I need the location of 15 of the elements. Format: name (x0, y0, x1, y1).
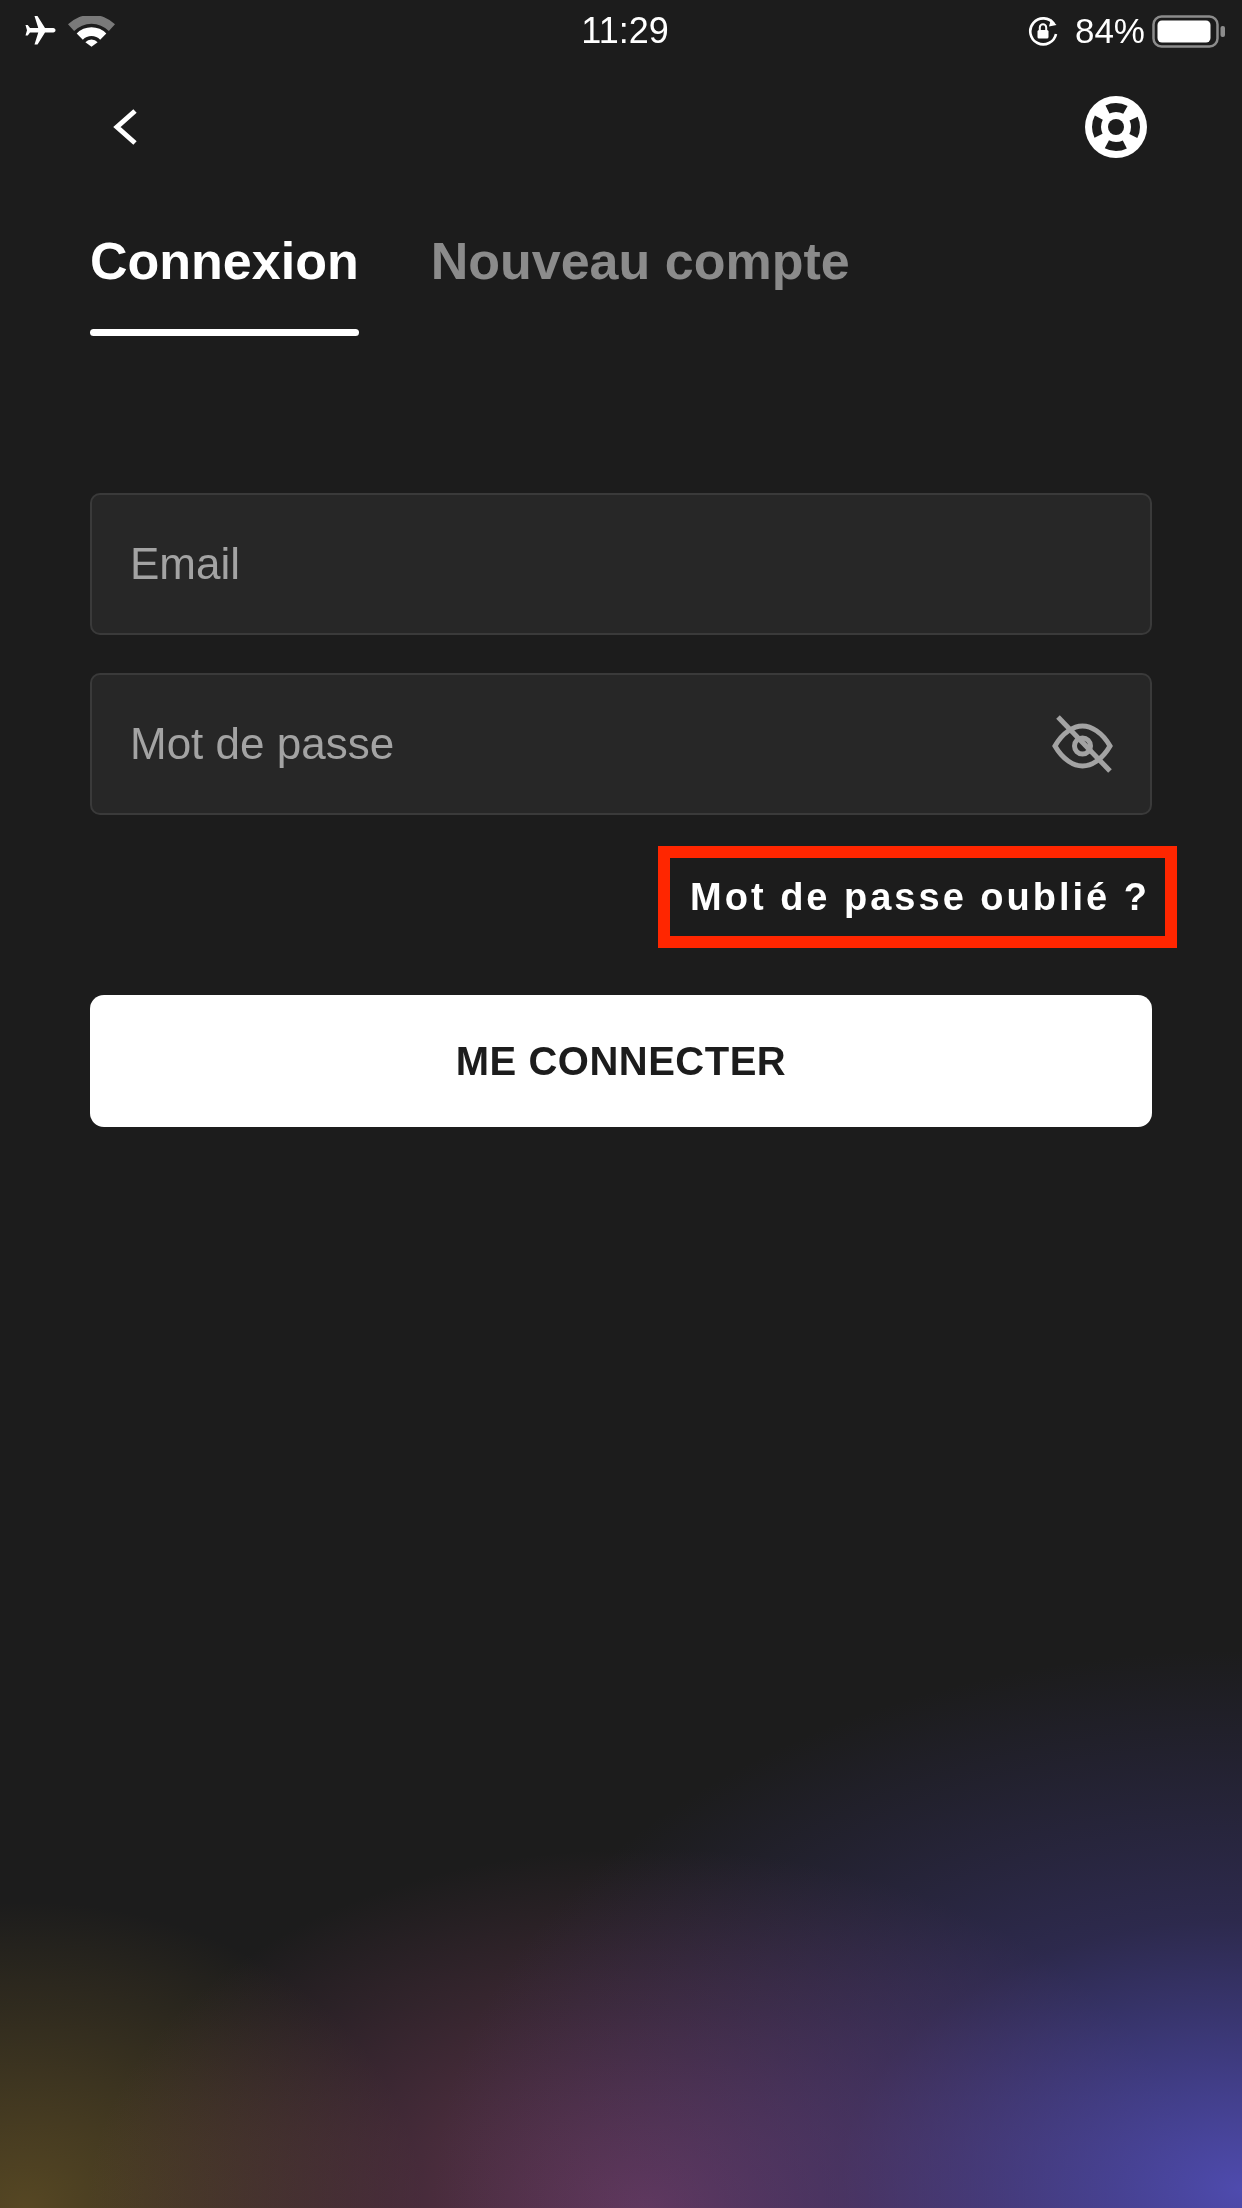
airplane-icon (24, 16, 57, 46)
login-button[interactable]: ME CONNECTER (90, 995, 1152, 1127)
eye-slash-icon[interactable] (1050, 713, 1115, 775)
lifebuoy-icon[interactable] (1085, 96, 1147, 158)
tab[interactable]: Connexion (90, 231, 359, 336)
back-icon[interactable] (111, 108, 139, 146)
status-time: 11:29 (581, 10, 669, 52)
battery-percentage: 84% (1074, 10, 1145, 52)
battery-icon (1152, 14, 1226, 48)
forgot-password-link[interactable]: Mot de passe oublié ? (690, 874, 1150, 920)
email-field[interactable]: Email (90, 493, 1152, 635)
rotation-lock-icon (1026, 15, 1060, 47)
wifi-icon (68, 15, 115, 47)
tab[interactable]: Nouveau compte (430, 231, 850, 336)
password-field[interactable]: Mot de passe (90, 673, 1152, 815)
